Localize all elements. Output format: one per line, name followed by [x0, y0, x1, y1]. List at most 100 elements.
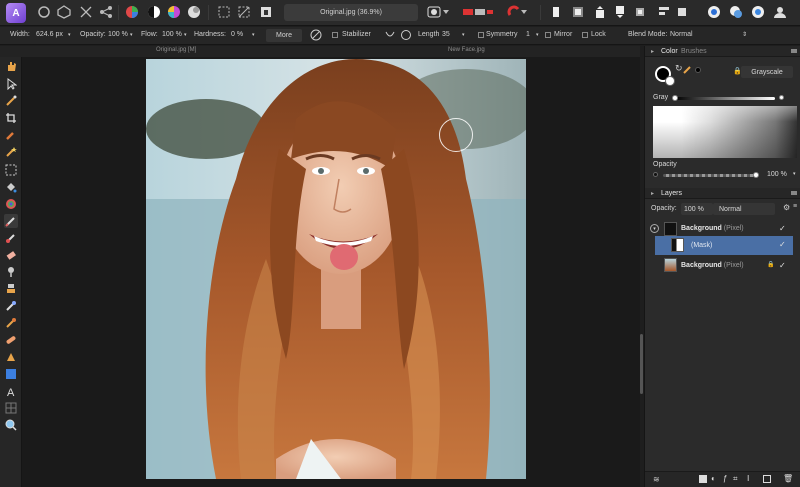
length-value[interactable]: 35: [442, 31, 450, 38]
mirror-checkbox[interactable]: [545, 32, 551, 38]
quick-mask-icon[interactable]: [258, 4, 274, 20]
color-opacity-value[interactable]: 100 %: [767, 171, 787, 178]
layer-down-icon[interactable]: [612, 4, 628, 20]
tab-color[interactable]: Color: [661, 48, 678, 55]
selection-brush-tool-icon[interactable]: [4, 128, 18, 142]
assistant-icon[interactable]: [706, 4, 722, 20]
gradient-tool-icon[interactable]: [4, 197, 18, 211]
chevron-down-icon[interactable]: ▾: [252, 32, 255, 38]
gray-spectrum[interactable]: [653, 106, 797, 158]
gray-end-knob[interactable]: [779, 95, 784, 100]
gear-icon[interactable]: ⚙: [783, 203, 790, 212]
layer-visibility-check[interactable]: ✓: [779, 261, 786, 270]
snapping-icon[interactable]: [462, 4, 494, 20]
chevron-down-icon[interactable]: ▾: [68, 32, 71, 38]
chevron-down-icon[interactable]: ▾: [462, 32, 465, 38]
layer-row[interactable]: Background (Pixel) 🔒 ✓: [645, 256, 800, 275]
auto-colors-icon[interactable]: [166, 4, 182, 20]
zoom-tool-icon[interactable]: [4, 418, 18, 432]
gray-slider-knob[interactable]: [672, 95, 678, 101]
picker-icon[interactable]: [683, 64, 693, 76]
hardness-value[interactable]: 0 %: [231, 31, 243, 38]
layer-up-icon[interactable]: [592, 4, 608, 20]
group-icon[interactable]: Ⅰ: [747, 474, 749, 483]
chevron-down-icon[interactable]: ▾: [184, 32, 187, 38]
more-button[interactable]: More: [266, 29, 302, 42]
lock-checkbox[interactable]: [582, 32, 588, 38]
color-picker-tool-icon[interactable]: [4, 94, 18, 108]
stabilizer-checkbox[interactable]: [332, 32, 338, 38]
window-mode-icon[interactable]: [400, 29, 412, 43]
marquee-tool-icon[interactable]: [4, 163, 18, 177]
add-layer-icon[interactable]: [763, 475, 771, 483]
panel-menu-icon[interactable]: [791, 191, 797, 195]
width-value[interactable]: 624.6 px: [36, 31, 63, 38]
chevron-down-icon[interactable]: ▾: [130, 32, 133, 38]
text-tool-icon[interactable]: A: [4, 384, 18, 398]
expand-layer-icon[interactable]: ▾: [650, 224, 659, 233]
marquee-mode-icon[interactable]: [216, 4, 232, 20]
pen-tool-icon[interactable]: [4, 350, 18, 364]
hand-tool-icon[interactable]: [4, 59, 18, 73]
align-icon[interactable]: [656, 4, 672, 20]
color-wheel-icon[interactable]: [124, 4, 140, 20]
chevron-down-icon[interactable]: [520, 4, 528, 20]
layer-row-mask-selected[interactable]: (Mask) ✓: [655, 236, 793, 255]
chevron-down-icon[interactable]: [442, 4, 450, 20]
layers-blend-dropdown[interactable]: Normal: [713, 203, 775, 215]
export-persona-icon[interactable]: [98, 4, 114, 20]
layers-opacity-field[interactable]: 100 %: [681, 203, 713, 215]
dodge-tool-icon[interactable]: [4, 265, 18, 279]
secondary-color-well[interactable]: [665, 76, 675, 86]
studio-link-icon[interactable]: [728, 4, 744, 20]
white-square-icon[interactable]: [548, 4, 564, 20]
layer-stack-icon[interactable]: ≋: [653, 475, 660, 484]
smudge-tool-icon[interactable]: [4, 316, 18, 330]
healing-brush-tool-icon[interactable]: [4, 333, 18, 347]
color-opacity-slider[interactable]: [663, 174, 755, 177]
liquify-persona-icon[interactable]: [56, 4, 72, 20]
adjustments-icon[interactable]: ◐: [711, 474, 716, 483]
layer-visibility-check[interactable]: ✓: [779, 224, 786, 233]
user-icon[interactable]: [772, 4, 788, 20]
app-logo[interactable]: A: [6, 3, 26, 23]
opacity-value[interactable]: 100 %: [108, 31, 128, 38]
crop-tool-icon[interactable]: [4, 111, 18, 125]
document-tab[interactable]: Original.jpg (36.9%): [284, 4, 418, 21]
flood-select-tool-icon[interactable]: [4, 145, 18, 159]
deselect-icon[interactable]: [236, 4, 252, 20]
symmetry-checkbox[interactable]: [478, 32, 484, 38]
mask-mode-icon[interactable]: [426, 4, 442, 20]
brush-settings-icon[interactable]: [310, 29, 322, 43]
trash-icon[interactable]: 🗑: [783, 474, 793, 483]
add-pixel-layer-icon[interactable]: [699, 475, 707, 483]
rope-mode-icon[interactable]: [384, 29, 396, 43]
flow-value[interactable]: 100 %: [162, 31, 182, 38]
transform-icon[interactable]: [674, 4, 690, 20]
arrange-icon[interactable]: [570, 4, 586, 20]
paint-brush-tool-icon[interactable]: [4, 214, 18, 228]
auto-contrast-icon[interactable]: [146, 4, 162, 20]
canvas[interactable]: [22, 57, 643, 487]
shape-tool-icon[interactable]: [4, 367, 18, 381]
chevron-down-icon[interactable]: ▾: [793, 171, 796, 177]
swap-colors-icon[interactable]: ↻: [675, 63, 683, 74]
color-mode-dropdown[interactable]: Grayscale: [741, 66, 793, 78]
blend-mode-value[interactable]: Normal: [670, 31, 693, 38]
clone-tool-icon[interactable]: [4, 282, 18, 296]
mask-icon[interactable]: ⌗: [733, 474, 738, 484]
tone-map-persona-icon[interactable]: [78, 4, 94, 20]
panel-menu-icon[interactable]: [791, 49, 797, 53]
layers-menu-icon[interactable]: ≡: [793, 203, 797, 210]
symmetry-value[interactable]: 1: [526, 31, 530, 38]
color-opacity-knob[interactable]: [753, 172, 759, 178]
chevron-down-icon[interactable]: ▾: [536, 32, 539, 38]
tab-handle-icon[interactable]: ▸: [651, 48, 654, 55]
tab-layers[interactable]: Layers: [661, 190, 682, 197]
fill-tool-icon[interactable]: [4, 180, 18, 194]
fx-icon[interactable]: ƒ: [723, 474, 727, 483]
tab-handle-icon[interactable]: ▸: [651, 190, 654, 197]
auto-white-balance-icon[interactable]: [186, 4, 202, 20]
layer-send-icon[interactable]: [632, 4, 648, 20]
gray-slider[interactable]: [675, 97, 775, 100]
